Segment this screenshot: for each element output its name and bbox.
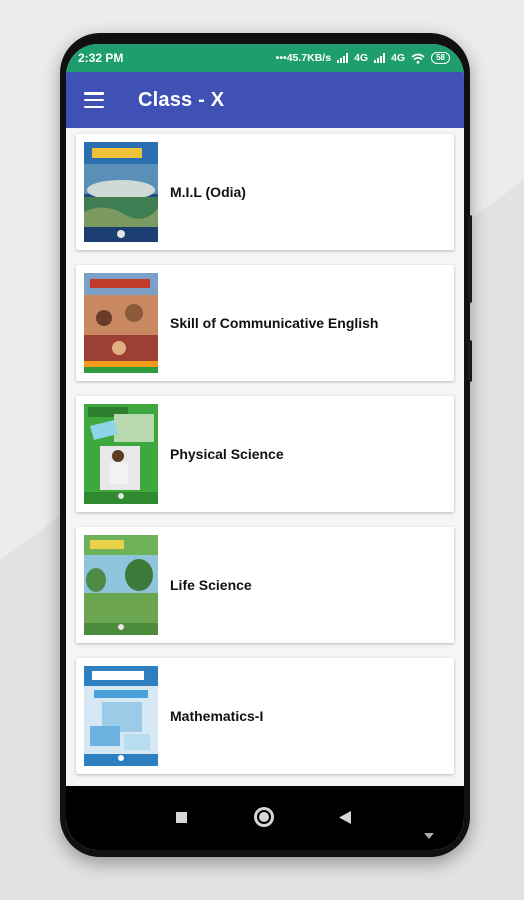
page-title: Class - X [138, 88, 225, 111]
circle-home-icon[interactable] [254, 807, 274, 827]
book-card-english[interactable]: Skill of Communicative English [76, 265, 454, 381]
book-card-physical-science[interactable]: Physical Science [76, 396, 454, 512]
status-indicators: •••45.7KB/s 4G 4G 58 [276, 52, 450, 64]
book-title: Physical Science [170, 446, 284, 462]
power-button [468, 215, 472, 303]
book-cover-image [84, 273, 158, 373]
volume-button [468, 340, 472, 382]
wifi-icon [411, 53, 425, 64]
status-time: 2:32 PM [78, 51, 124, 65]
book-card-mil-odia[interactable]: M.I.L (Odia) [76, 134, 454, 250]
battery-icon: 58 [431, 52, 450, 64]
book-list: M.I.L (Odia) Skill of Communicative Engl… [66, 128, 464, 792]
book-cover-image [84, 142, 158, 242]
book-cover-image [84, 404, 158, 504]
book-card-mathematics[interactable]: Mathematics-I [76, 658, 454, 774]
status-bar: 2:32 PM •••45.7KB/s 4G 4G 58 [66, 44, 464, 72]
network-type-1: 4G [354, 52, 369, 64]
book-title: Life Science [170, 577, 252, 593]
book-cover-image [84, 666, 158, 766]
phone-screen: 2:32 PM •••45.7KB/s 4G 4G 58 Class - X M… [66, 44, 464, 850]
network-speed: •••45.7KB/s [275, 52, 332, 64]
triangle-back-icon[interactable] [339, 811, 351, 829]
book-title: Skill of Communicative English [170, 315, 379, 331]
hamburger-icon[interactable] [84, 92, 104, 108]
square-icon[interactable] [176, 812, 187, 823]
signal-icon-2 [374, 53, 386, 63]
keyboard-hide-icon[interactable] [424, 828, 434, 846]
book-cover-image [84, 535, 158, 635]
signal-icon [337, 53, 349, 63]
system-nav-bar [66, 786, 464, 850]
app-bar: Class - X [66, 72, 464, 128]
book-title: M.I.L (Odia) [170, 184, 246, 200]
book-title: Mathematics-I [170, 708, 264, 724]
book-card-life-science[interactable]: Life Science [76, 527, 454, 643]
network-type-2: 4G [391, 52, 406, 64]
